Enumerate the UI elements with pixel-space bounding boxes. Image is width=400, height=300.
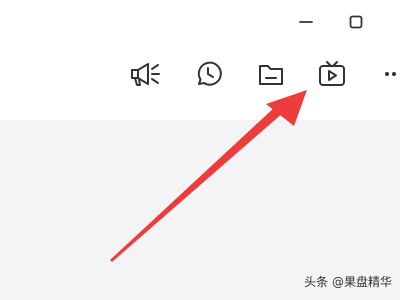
folder-icon — [259, 65, 283, 85]
title-toolbar-area — [0, 0, 400, 120]
maximize-button[interactable] — [341, 8, 371, 36]
watermark: 头条 @果盘精华 — [304, 275, 392, 289]
announcement-button[interactable] — [125, 56, 165, 92]
more-button[interactable] — [378, 56, 400, 92]
more-icon — [385, 72, 396, 76]
clock-icon — [197, 61, 222, 86]
minimize-icon — [299, 21, 313, 23]
live-tv-button[interactable] — [312, 56, 352, 92]
megaphone-icon — [131, 63, 160, 86]
folder-button[interactable] — [251, 56, 291, 92]
maximize-icon — [349, 15, 363, 29]
tv-icon — [319, 61, 345, 86]
minimize-button[interactable] — [291, 8, 321, 36]
history-button[interactable] — [188, 56, 228, 92]
